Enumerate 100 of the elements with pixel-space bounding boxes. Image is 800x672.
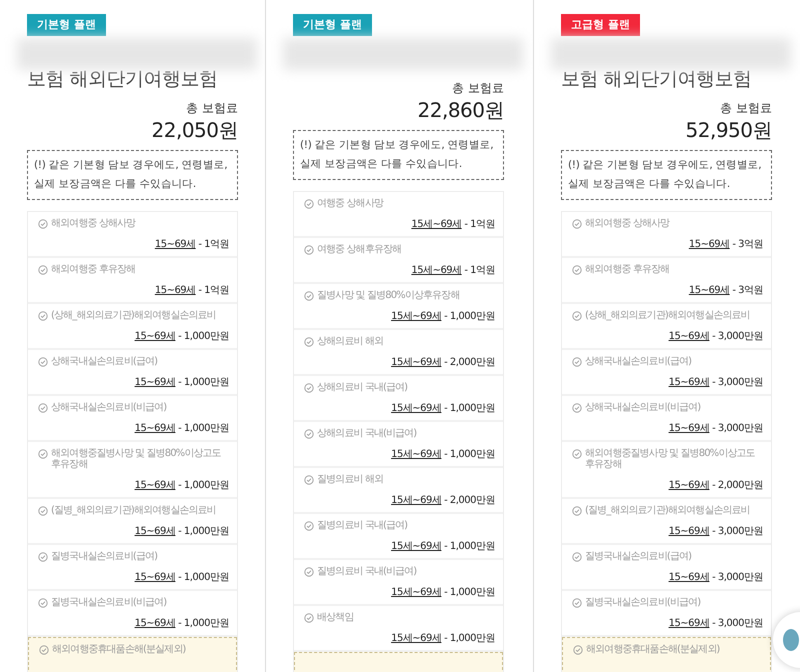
coverage-name: (상해_해외의료기관)해외여행실손의료비	[585, 310, 750, 321]
premium-label: 총 보험료	[719, 100, 772, 117]
coverage-amount: - 1억원	[463, 265, 495, 276]
check-circle-icon	[573, 645, 583, 655]
coverage-amount: - 1,000만원	[177, 423, 229, 434]
age-range-link[interactable]: 15~69세	[134, 377, 176, 388]
age-range-link[interactable]: 15세~69세	[391, 541, 442, 552]
premium-amount: 52,950원	[684, 118, 772, 142]
coverage-name: (질병_해외의료기관)해외여행실손의료비	[51, 505, 216, 516]
age-range-link[interactable]: 15세~69세	[391, 311, 442, 322]
age-range-link[interactable]: 15~69세	[668, 480, 710, 491]
age-range-link[interactable]: 15~69세	[688, 285, 730, 296]
check-circle-icon	[39, 645, 49, 655]
age-range-link[interactable]: 15세~69세	[391, 403, 442, 414]
age-range-link[interactable]: 15세~69세	[391, 587, 442, 598]
coverage-amount: - 1,000만원	[177, 331, 229, 342]
coverage-amount: - 3,000만원	[711, 331, 763, 342]
coverage-amount: - 1,000만원	[443, 541, 495, 552]
age-range-link[interactable]: 15~69세	[688, 239, 730, 250]
age-range-link[interactable]: 15~69세	[134, 618, 176, 629]
coverage-name: 해외여행중 후유장해	[585, 264, 670, 275]
check-circle-icon	[304, 521, 314, 531]
age-range-link[interactable]: 15~69세	[154, 285, 196, 296]
coverage-amount: - 2,000만원	[711, 480, 763, 491]
age-range-link[interactable]: 15세~69세	[391, 495, 442, 506]
coverage-name: 해외여행중질병사망 및 질병80%이상고도후유장해	[585, 448, 756, 470]
check-circle-icon	[572, 265, 582, 275]
check-circle-icon	[38, 403, 48, 413]
coverage-name: 질병국내실손의료비(비급여)	[585, 597, 700, 608]
check-circle-icon	[304, 337, 314, 347]
notice-text: (!) 같은 기본형 담보 경우에도, 연령별로, 실제 보장금액은 다를 수있습니다.	[27, 150, 238, 200]
coverage-amount: - 1억원	[463, 219, 495, 230]
check-circle-icon	[304, 613, 314, 623]
coverage-name: 해외여행중휴대품손해(분실제외)	[52, 644, 186, 655]
check-circle-icon	[572, 552, 582, 562]
coverage-name: 여행중 상해후유장해	[317, 244, 402, 255]
coverage-amount: - 2,000만원	[443, 357, 495, 368]
coverage-amount: - 1,000만원	[443, 311, 495, 322]
age-range-link[interactable]: 15세~69세	[391, 633, 442, 644]
coverage-name: 해외여행중 상해사망	[51, 218, 136, 229]
premium-amount: 22,050원	[150, 118, 238, 142]
age-range-link[interactable]: 15~69세	[134, 572, 176, 583]
notice-text: (!) 같은 기본형 담보 경우에도, 연령별로, 실제 보장금액은 다를 수있습니다.	[561, 150, 772, 200]
coverage-amount: - 1,000만원	[177, 377, 229, 388]
age-range-link[interactable]: 15~69세	[134, 331, 176, 342]
coverage-amount: - 1,000만원	[443, 633, 495, 644]
age-range-link[interactable]: 15~69세	[134, 423, 176, 434]
coverage-name: 상해의료비 해외	[317, 336, 383, 347]
coverage-name: 질병의료비 국내(비급여)	[317, 566, 416, 577]
check-circle-icon	[572, 357, 582, 367]
coverage-amount: - 3,000만원	[711, 618, 763, 629]
coverage-name: 상해국내실손의료비(비급여)	[585, 402, 700, 413]
coverage-amount: - 3,000만원	[711, 526, 763, 537]
check-circle-icon	[38, 449, 48, 459]
check-circle-icon	[304, 383, 314, 393]
coverage-name: 해외여행중 후유장해	[51, 264, 136, 275]
check-circle-icon	[304, 567, 314, 577]
check-circle-icon	[572, 598, 582, 608]
check-circle-icon	[304, 199, 314, 209]
coverage-name: 상해국내실손의료비(비급여)	[51, 402, 166, 413]
coverage-amount: - 3,000만원	[711, 572, 763, 583]
check-circle-icon	[38, 598, 48, 608]
age-range-link[interactable]: 15~69세	[134, 526, 176, 537]
plan-title: 보험 해외단기여행보험	[27, 68, 219, 90]
coverage-name: 해외여행중질병사망 및 질병80%이상고도후유장해	[51, 448, 222, 470]
coverage-amount: - 1,000만원	[443, 403, 495, 414]
coverage-amount: - 1,000만원	[443, 449, 495, 460]
check-circle-icon	[38, 552, 48, 562]
coverage-name: 상해의료비 국내(비급여)	[317, 428, 416, 439]
notice-text: (!) 같은 기본형 담보 경우에도, 연령별로, 실제 보장금액은 다를 수있습니다.	[293, 130, 504, 180]
coverage-amount: - 1,000만원	[177, 618, 229, 629]
age-range-link[interactable]: 15~69세	[668, 423, 710, 434]
coverage-amount: - 1,000만원	[177, 480, 229, 491]
age-range-link[interactable]: 15세~69세	[411, 265, 462, 276]
check-circle-icon	[38, 311, 48, 321]
coverage-amount: - 2,000만원	[443, 495, 495, 506]
check-circle-icon	[304, 291, 314, 301]
age-range-link[interactable]: 15~69세	[668, 572, 710, 583]
age-range-link[interactable]: 15세~69세	[411, 219, 462, 230]
coverage-name: 상해의료비 국내(급여)	[317, 382, 408, 393]
coverage-amount: - 1,000만원	[177, 572, 229, 583]
coverage-name: 질병국내실손의료비(급여)	[585, 551, 692, 562]
coverage-name: 여행중 상해사망	[317, 198, 383, 209]
check-circle-icon	[304, 429, 314, 439]
coverage-name: 질병사망 및 질병80%이상후유장해	[317, 290, 460, 301]
age-range-link[interactable]: 15~69세	[668, 331, 710, 342]
coverage-amount: - 1,000만원	[443, 587, 495, 598]
age-range-link[interactable]: 15세~69세	[391, 449, 442, 460]
age-range-link[interactable]: 15세~69세	[391, 357, 442, 368]
age-range-link[interactable]: 15~69세	[668, 526, 710, 537]
coverage-name: 질병국내실손의료비(급여)	[51, 551, 158, 562]
coverage-amount: - 3억원	[731, 285, 763, 296]
coverage-amount: - 1억원	[197, 239, 229, 250]
plan-title: 보험 해외단기여행보험	[561, 68, 753, 90]
age-range-link[interactable]: 15~69세	[668, 377, 710, 388]
check-circle-icon	[304, 475, 314, 485]
age-range-link[interactable]: 15~69세	[134, 480, 176, 491]
age-range-link[interactable]: 15~69세	[668, 618, 710, 629]
age-range-link[interactable]: 15~69세	[154, 239, 196, 250]
coverage-name: 상해국내실손의료비(급여)	[585, 356, 692, 367]
